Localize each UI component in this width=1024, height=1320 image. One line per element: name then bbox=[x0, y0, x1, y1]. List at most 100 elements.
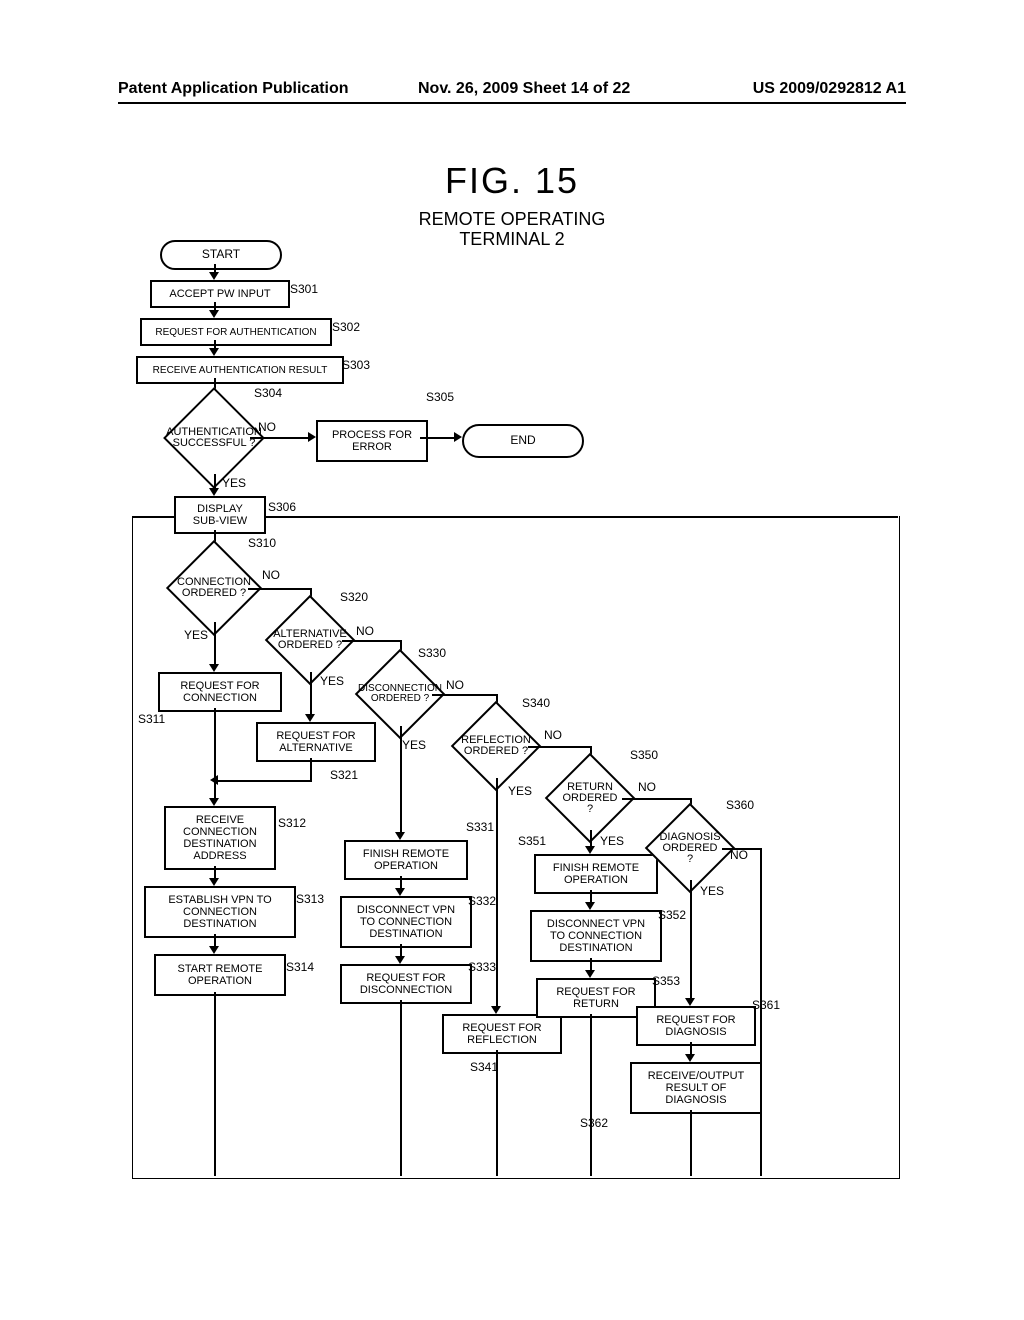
start-terminator: START bbox=[160, 240, 282, 270]
box-s362: RECEIVE/OUTPUT RESULT OF DIAGNOSIS bbox=[630, 1062, 762, 1114]
branch-no-s360: NO bbox=[730, 848, 748, 862]
tag-s353: S353 bbox=[652, 974, 680, 988]
start-label: START bbox=[202, 248, 240, 261]
branch-yes-s340: YES bbox=[508, 784, 532, 798]
decision-s320: ALTERNATIVE ORDERED ? bbox=[278, 608, 342, 672]
label-s301: ACCEPT PW INPUT bbox=[169, 288, 270, 300]
branch-no-s340: NO bbox=[544, 728, 562, 742]
tag-s310: S310 bbox=[248, 536, 276, 550]
tag-s350: S350 bbox=[630, 748, 658, 762]
box-s321: REQUEST FOR ALTERNATIVE bbox=[256, 722, 376, 762]
branch-no-s310: NO bbox=[262, 568, 280, 582]
label-s362: RECEIVE/OUTPUT RESULT OF DIAGNOSIS bbox=[648, 1070, 745, 1106]
label-s332: DISCONNECT VPN TO CONNECTION DESTINATION bbox=[357, 904, 455, 940]
label-s351: FINISH REMOTE OPERATION bbox=[553, 862, 639, 886]
label-s305: PROCESS FOR ERROR bbox=[332, 429, 412, 453]
branch-no-s320: NO bbox=[356, 624, 374, 638]
tag-s331: S331 bbox=[466, 820, 494, 834]
label-s320: ALTERNATIVE ORDERED ? bbox=[278, 608, 342, 672]
label-s304: AUTHENTICATION SUCCESSFUL ? bbox=[178, 402, 250, 474]
tag-s333: S333 bbox=[468, 960, 496, 974]
branch-no-s350: NO bbox=[638, 780, 656, 794]
header-left: Patent Application Publication bbox=[118, 80, 349, 98]
box-s303: RECEIVE AUTHENTICATION RESULT bbox=[136, 356, 344, 384]
box-s331: FINISH REMOTE OPERATION bbox=[344, 840, 468, 880]
label-s361: REQUEST FOR DIAGNOSIS bbox=[656, 1014, 735, 1038]
label-s333: REQUEST FOR DISCONNECTION bbox=[360, 972, 452, 996]
label-s313: ESTABLISH VPN TO CONNECTION DESTINATION bbox=[168, 894, 271, 930]
branch-yes-s350: YES bbox=[600, 834, 624, 848]
box-s301: ACCEPT PW INPUT bbox=[150, 280, 290, 308]
tag-s306: S306 bbox=[268, 500, 296, 514]
tag-s320: S320 bbox=[340, 590, 368, 604]
tag-s351: S351 bbox=[518, 834, 546, 848]
box-s352: DISCONNECT VPN TO CONNECTION DESTINATION bbox=[530, 910, 662, 962]
tag-s340: S340 bbox=[522, 696, 550, 710]
decision-s350: RETURN ORDERED ? bbox=[558, 766, 622, 830]
tag-s311: S311 bbox=[138, 712, 165, 726]
tag-s330: S330 bbox=[418, 646, 446, 660]
label-s312: RECEIVE CONNECTION DESTINATION ADDRESS bbox=[183, 814, 257, 862]
tag-s305: S305 bbox=[426, 390, 454, 404]
label-s350: RETURN ORDERED ? bbox=[558, 766, 622, 830]
box-s314: START REMOTE OPERATION bbox=[154, 954, 286, 996]
box-s312: RECEIVE CONNECTION DESTINATION ADDRESS bbox=[164, 806, 276, 870]
tag-s302: S302 bbox=[332, 320, 360, 334]
box-s361: REQUEST FOR DIAGNOSIS bbox=[636, 1006, 756, 1046]
figure-title: FIG. 15 bbox=[0, 160, 1024, 202]
box-s341: REQUEST FOR REFLECTION bbox=[442, 1014, 562, 1054]
header-right: US 2009/0292812 A1 bbox=[753, 80, 906, 98]
box-s306: DISPLAY SUB-VIEW bbox=[174, 496, 266, 534]
label-s306: DISPLAY SUB-VIEW bbox=[193, 503, 247, 527]
tag-s313: S313 bbox=[296, 892, 324, 906]
branch-yes-s360: YES bbox=[700, 884, 724, 898]
label-s331: FINISH REMOTE OPERATION bbox=[363, 848, 449, 872]
header-mid: Nov. 26, 2009 Sheet 14 of 22 bbox=[418, 80, 630, 98]
tag-s362: S362 bbox=[580, 1116, 608, 1130]
tag-s341: S341 bbox=[470, 1060, 498, 1074]
branch-yes-s304: YES bbox=[222, 476, 246, 490]
tag-s361: S361 bbox=[752, 998, 780, 1012]
label-s310: CONNECTION ORDERED ? bbox=[180, 554, 248, 622]
tag-s321: S321 bbox=[330, 768, 358, 782]
label-s311: REQUEST FOR CONNECTION bbox=[180, 680, 259, 704]
box-s305: PROCESS FOR ERROR bbox=[316, 420, 428, 462]
box-s351: FINISH REMOTE OPERATION bbox=[534, 854, 658, 894]
label-s303: RECEIVE AUTHENTICATION RESULT bbox=[153, 365, 328, 376]
branch-yes-s320: YES bbox=[320, 674, 344, 688]
decision-s340: REFLECTION ORDERED ? bbox=[464, 714, 528, 778]
tag-s304: S304 bbox=[254, 386, 282, 400]
branch-yes-s330: YES bbox=[402, 738, 426, 752]
label-s360: DIAGNOSIS ORDERED ? bbox=[658, 816, 722, 880]
end-label: END bbox=[510, 434, 535, 447]
decision-s310: CONNECTION ORDERED ? bbox=[180, 554, 248, 622]
flowchart: START ACCEPT PW INPUT S301 REQUEST FOR A… bbox=[140, 240, 900, 1240]
box-s333: REQUEST FOR DISCONNECTION bbox=[340, 964, 472, 1004]
decision-s330: DISCONNECTION ORDERED ? bbox=[368, 662, 432, 726]
box-s332: DISCONNECT VPN TO CONNECTION DESTINATION bbox=[340, 896, 472, 948]
label-s341: REQUEST FOR REFLECTION bbox=[462, 1022, 541, 1046]
label-s353: REQUEST FOR RETURN bbox=[556, 986, 635, 1010]
tag-s332: S332 bbox=[468, 894, 496, 908]
box-s302: REQUEST FOR AUTHENTICATION bbox=[140, 318, 332, 346]
tag-s301: S301 bbox=[290, 282, 318, 296]
label-s340: REFLECTION ORDERED ? bbox=[464, 714, 528, 778]
tag-s352: S352 bbox=[658, 908, 686, 922]
decision-s360: DIAGNOSIS ORDERED ? bbox=[658, 816, 722, 880]
tag-s312: S312 bbox=[278, 816, 306, 830]
tag-s360: S360 bbox=[726, 798, 754, 812]
tag-s303: S303 bbox=[342, 358, 370, 372]
end-terminator: END bbox=[462, 424, 584, 458]
page: Patent Application Publication Nov. 26, … bbox=[0, 0, 1024, 1320]
label-s352: DISCONNECT VPN TO CONNECTION DESTINATION bbox=[547, 918, 645, 954]
branch-no-s330: NO bbox=[446, 678, 464, 692]
box-s311: REQUEST FOR CONNECTION bbox=[158, 672, 282, 712]
box-s313: ESTABLISH VPN TO CONNECTION DESTINATION bbox=[144, 886, 296, 938]
branch-no-s304: NO bbox=[258, 420, 276, 434]
page-header: Patent Application Publication Nov. 26, … bbox=[118, 80, 906, 104]
label-s314: START REMOTE OPERATION bbox=[178, 963, 263, 987]
decision-s304: AUTHENTICATION SUCCESSFUL ? bbox=[178, 402, 250, 474]
tag-s314: S314 bbox=[286, 960, 314, 974]
label-s330: DISCONNECTION ORDERED ? bbox=[368, 662, 432, 726]
branch-yes-s310: YES bbox=[184, 628, 208, 642]
